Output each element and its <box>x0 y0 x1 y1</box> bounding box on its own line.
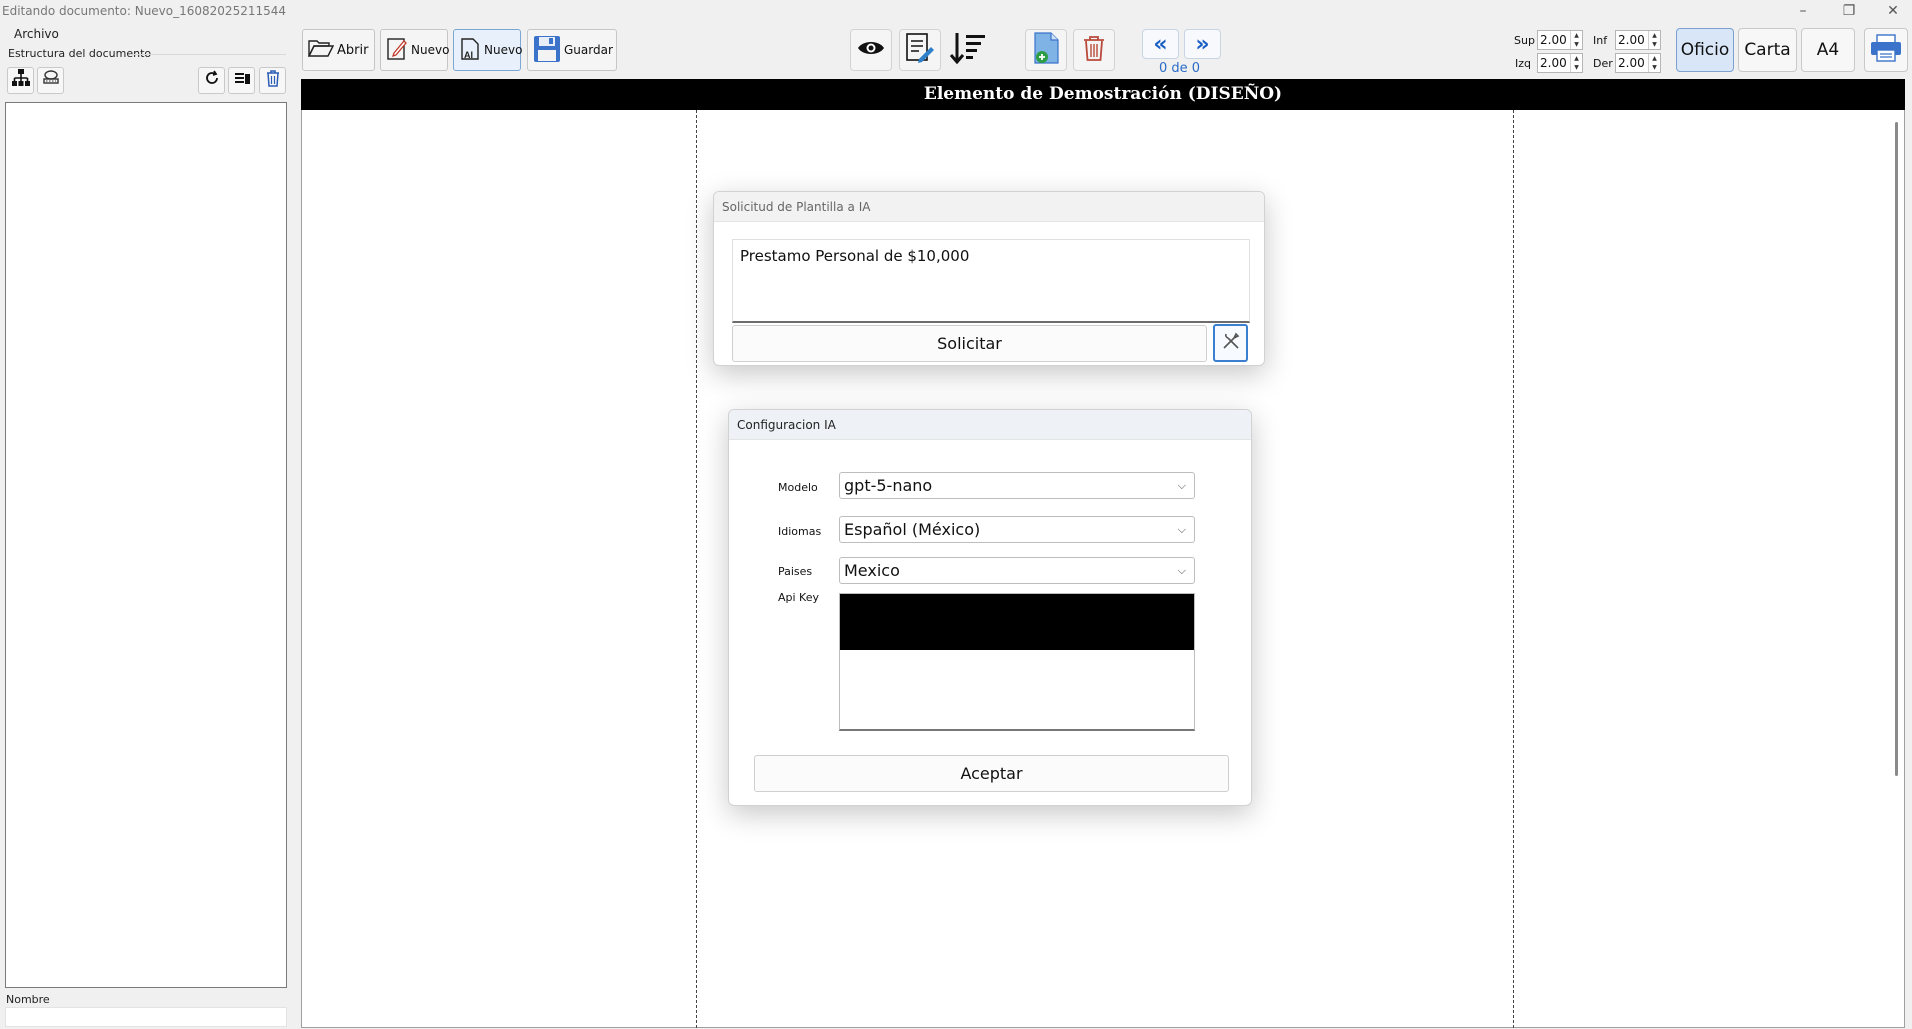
document-header: Elemento de Demostración (DISEÑO) <box>301 79 1905 110</box>
margin-izq-spinner[interactable]: 2.00 ▲ ▼ <box>1537 53 1583 73</box>
add-page-button[interactable] <box>1025 29 1067 71</box>
new-document-icon <box>386 36 408 65</box>
edit-document-button[interactable] <box>899 29 941 71</box>
sort-descending-icon <box>949 31 987 70</box>
guardar-label: Guardar <box>564 43 613 57</box>
margin-inf-label: Inf <box>1593 34 1608 47</box>
api-key-label: Api Key <box>778 591 820 604</box>
sort-button[interactable] <box>947 29 989 71</box>
stamp-icon <box>41 68 61 93</box>
app-window: Editando documento: Nuevo_16082025211544… <box>0 0 1912 1029</box>
ai-config-dialog-title: Configuracion IA <box>729 410 1251 440</box>
ai-request-dialog-title: Solicitud de Plantilla a IA <box>714 192 1264 222</box>
vertical-scrollbar[interactable] <box>1895 122 1898 776</box>
delete-page-button[interactable] <box>1073 29 1115 71</box>
document-structure-tree[interactable] <box>5 102 287 988</box>
nuevo-ai-label: Nuevo <box>484 43 523 57</box>
idioma-select[interactable]: Español (México) ⌵ <box>839 516 1195 543</box>
previous-page-button[interactable]: « <box>1142 29 1179 59</box>
eye-icon <box>857 39 885 62</box>
modelo-select[interactable]: gpt-5-nano ⌵ <box>839 472 1195 499</box>
margin-inf-spinner[interactable]: 2.00 ▲ ▼ <box>1615 30 1661 50</box>
guardar-button[interactable]: Guardar <box>527 29 617 71</box>
margin-izq-label: Izq <box>1515 57 1532 70</box>
sort-delete-button[interactable] <box>228 67 255 94</box>
tools-icon <box>1221 331 1241 356</box>
margin-inf-value: 2.00 <box>1618 33 1645 47</box>
save-icon <box>533 35 561 66</box>
close-icon[interactable]: ✕ <box>1870 0 1912 22</box>
ai-request-dialog: Solicitud de Plantilla a IA Prestamo Per… <box>713 191 1265 366</box>
spinner-arrows-icon[interactable]: ▲ ▼ <box>1648 31 1660 49</box>
paises-label: Paises <box>778 565 813 578</box>
margin-sup-value: 2.00 <box>1540 33 1567 47</box>
nuevo-ai-button[interactable]: AI Nuevo <box>453 29 523 71</box>
margin-sup-spinner[interactable]: 2.00 ▲ ▼ <box>1537 30 1583 50</box>
ai-settings-button[interactable] <box>1213 324 1248 362</box>
nuevo-label: Nuevo <box>411 43 450 57</box>
abrir-button[interactable]: Abrir <box>302 29 375 71</box>
trash-icon <box>265 69 281 92</box>
spinner-arrows-icon[interactable]: ▲ ▼ <box>1570 54 1582 72</box>
pais-select[interactable]: Mexico ⌵ <box>839 557 1195 584</box>
margin-der-spinner[interactable]: 2.00 ▲ ▼ <box>1615 53 1661 73</box>
aceptar-button[interactable]: Aceptar <box>754 755 1229 792</box>
title-bar: Editando documento: Nuevo_16082025211544… <box>0 0 1912 24</box>
add-page-icon <box>1031 31 1061 70</box>
api-key-redacted <box>840 594 1194 650</box>
printer-icon <box>1869 33 1903 68</box>
next-page-button[interactable]: » <box>1184 29 1221 59</box>
modelo-value: gpt-5-nano <box>844 476 933 495</box>
preview-button[interactable] <box>850 29 892 71</box>
menu-archivo[interactable]: Archivo <box>14 27 59 41</box>
page-counter: 0 de 0 <box>1159 61 1201 76</box>
restore-icon[interactable]: ❐ <box>1826 0 1872 22</box>
refresh-button[interactable] <box>198 67 225 94</box>
spinner-arrows-icon[interactable]: ▲ ▼ <box>1648 54 1660 72</box>
idiomas-label: Idiomas <box>778 525 822 538</box>
trash-icon <box>1082 34 1106 67</box>
chevron-down-icon: ⌵ <box>1177 564 1186 577</box>
margin-der-label: Der <box>1593 57 1613 70</box>
nombre-input[interactable] <box>5 1007 287 1027</box>
edit-document-icon <box>905 32 935 69</box>
idioma-value: Español (México) <box>844 520 981 539</box>
paper-carta-button[interactable]: Carta <box>1738 28 1797 72</box>
double-chevron-right-icon: » <box>1195 31 1210 57</box>
window-title: Editando documento: Nuevo_16082025211544 <box>2 4 287 18</box>
svg-text:AI: AI <box>464 50 473 60</box>
chevron-down-icon: ⌵ <box>1177 523 1186 536</box>
nuevo-button[interactable]: Nuevo <box>380 29 450 71</box>
pais-value: Mexico <box>844 561 900 580</box>
margin-der-value: 2.00 <box>1618 56 1645 70</box>
nombre-label: Nombre <box>6 993 50 1006</box>
abrir-label: Abrir <box>337 42 369 58</box>
group-divider <box>130 54 286 55</box>
sort-delete-icon <box>233 69 251 92</box>
margin-sup-label: Sup <box>1514 34 1535 47</box>
minimize-icon[interactable]: – <box>1780 0 1826 22</box>
paper-a4-button[interactable]: A4 <box>1801 28 1855 72</box>
delete-node-button[interactable] <box>259 67 286 94</box>
print-button[interactable] <box>1864 28 1908 72</box>
hierarchy-button[interactable] <box>7 67 34 94</box>
solicitar-button[interactable]: Solicitar <box>732 325 1207 362</box>
chevron-down-icon: ⌵ <box>1177 479 1186 492</box>
modelo-label: Modelo <box>778 481 818 494</box>
hierarchy-icon <box>11 68 31 93</box>
ai-document-icon: AI <box>459 36 481 65</box>
right-margin-guide <box>1513 110 1514 1028</box>
ai-config-dialog: Configuracion IA Modelo gpt-5-nano ⌵ Idi… <box>728 409 1252 806</box>
left-margin-guide <box>696 110 697 1028</box>
paper-oficio-button[interactable]: Oficio <box>1676 28 1734 72</box>
double-chevron-left-icon: « <box>1153 31 1168 57</box>
margin-izq-value: 2.00 <box>1540 56 1567 70</box>
ai-prompt-input[interactable]: Prestamo Personal de $10,000 <box>732 239 1250 323</box>
refresh-icon <box>203 69 221 92</box>
spinner-arrows-icon[interactable]: ▲ ▼ <box>1570 31 1582 49</box>
folder-open-icon <box>307 37 335 63</box>
api-key-input[interactable] <box>839 593 1195 731</box>
stamp-button[interactable] <box>37 67 64 94</box>
